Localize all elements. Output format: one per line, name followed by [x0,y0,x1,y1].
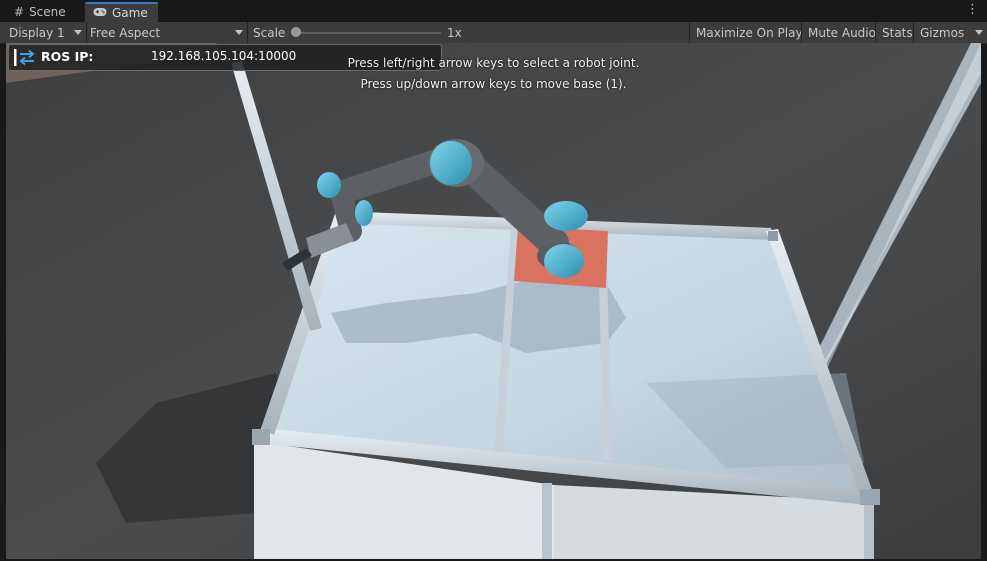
tab-scene-label: Scene [29,5,66,19]
grid-icon: # [14,5,25,19]
toolbar-divider [247,22,248,43]
scale-label: Scale [253,25,286,40]
robot-base-joint [544,244,584,278]
display-dropdown-label: Display 1 [9,25,65,40]
chevron-down-icon [74,30,82,35]
gamepad-icon [93,6,107,20]
window-tab-bar: # Scene Game ⋮ [0,0,987,23]
aspect-dropdown-label: Free Aspect [90,25,161,40]
scale-value: 1x [447,25,462,40]
robot-wrist1-joint [317,172,341,198]
scale-slider-handle[interactable] [291,27,301,37]
frame-corner-back-right [768,231,778,241]
tab-game-label: Game [112,6,148,20]
gizmos-button[interactable]: Gizmos [913,22,987,43]
frame-corner-front-right [860,489,880,505]
game-viewport[interactable]: ROS IP: 192.168.105.104:10000 Press left… [6,43,981,559]
scene-render [6,43,981,559]
instruction-line-1: Press left/right arrow keys to select a … [347,56,640,70]
tab-game[interactable]: Game [85,2,158,22]
frame-post-front [542,483,552,559]
gizmos-label: Gizmos [920,25,965,40]
instruction-line-2: Press up/down arrow keys to move base (1… [360,77,627,91]
tab-scene[interactable]: # Scene [6,2,84,22]
robot-elbow-joint [430,141,472,185]
chevron-down-icon [975,30,983,35]
maximize-on-play-button[interactable]: Maximize On Play [689,22,809,43]
mute-audio-button[interactable]: Mute Audio [801,22,882,43]
robot-shoulder-joint [544,201,588,231]
chevron-down-icon [235,30,243,35]
more-options-icon[interactable]: ⋮ [966,3,979,17]
frame-corner-front-left [252,429,270,445]
game-view-toolbar: Display 1 Free Aspect Scale 1x Maximize … [0,22,987,44]
aspect-dropdown[interactable]: Free Aspect [87,22,247,43]
scale-slider-track[interactable] [295,32,441,34]
robot-wrist2-joint [355,200,373,226]
display-dropdown[interactable]: Display 1 [0,22,86,43]
